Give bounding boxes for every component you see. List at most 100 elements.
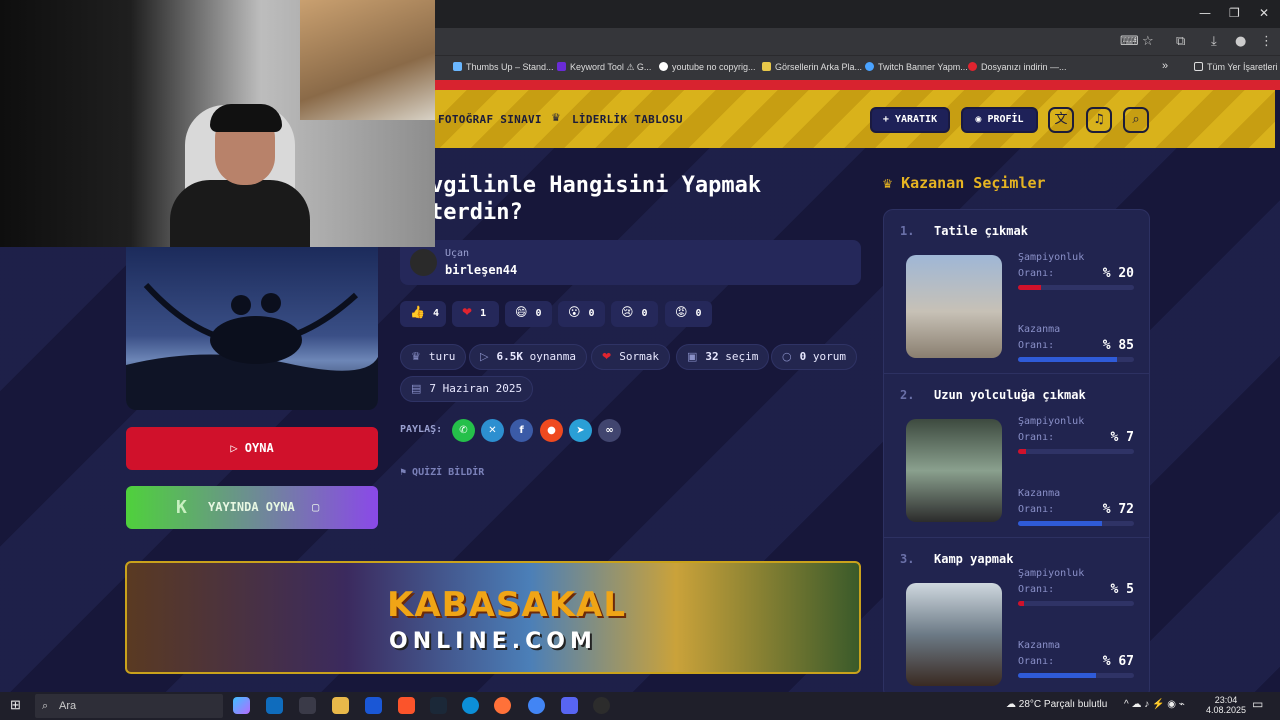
thumbs-up-icon: 👍 <box>410 305 425 319</box>
champion-rate: Şampiyonluk Oranı: % 20 <box>1018 250 1134 290</box>
champion-rate-fill <box>1018 449 1027 454</box>
bookmark-icon <box>453 62 462 71</box>
streamer-body <box>170 180 310 247</box>
nav-leaderboard[interactable]: LİDERLİK TABLOSU <box>572 113 683 126</box>
notification-icon[interactable]: ▭ <box>1252 697 1263 711</box>
discord-icon[interactable] <box>561 697 578 714</box>
reaction-laugh[interactable]: 😄 0 <box>505 301 552 327</box>
reaction-angry[interactable]: 😡 0 <box>665 301 712 327</box>
win-rate-value: % 67 <box>1102 654 1134 669</box>
translate-icon[interactable]: 文 <box>1048 107 1074 133</box>
menu-icon[interactable]: ⋮ <box>1260 34 1273 49</box>
profile-icon[interactable]: ● <box>1235 34 1246 49</box>
winner-item[interactable]: 1. Tatile çıkmak Şampiyonluk Oranı: % 20 … <box>884 210 1149 374</box>
close-icon[interactable]: ✕ <box>1259 6 1269 20</box>
winner-item[interactable]: 3. Kamp yapmak Şampiyonluk Oranı: % 5 Kaz… <box>884 538 1149 692</box>
folder-icon <box>1194 62 1203 71</box>
more-bookmarks-button[interactable]: » <box>1162 60 1168 72</box>
clock[interactable]: 23:04 4.08.2025 <box>1206 695 1246 715</box>
winner-name: Tatile çıkmak <box>934 224 1028 238</box>
windows-start-icon[interactable]: ⊞ <box>10 697 21 713</box>
champion-rate-bar <box>1018 449 1134 454</box>
copilot-icon[interactable] <box>233 697 250 714</box>
taskbar-search[interactable]: ⌕ Ara <box>35 694 223 718</box>
play-button[interactable]: ▷ OYNA <box>126 427 378 470</box>
file-explorer-icon[interactable] <box>332 697 349 714</box>
bookmark-item[interactable]: Görsellerin Arka Pla... <box>762 62 862 72</box>
weather-widget[interactable]: ☁ 28°C Parçalı bulutlu <box>1006 699 1107 710</box>
weather-icon: ☁ <box>1006 699 1019 710</box>
reaction-love[interactable]: ❤ 1 <box>452 301 499 327</box>
nav-photo-quiz[interactable]: FOTOĞRAF SINAVI <box>438 113 542 126</box>
x-icon[interactable]: ✕ <box>481 419 504 442</box>
app-icon[interactable] <box>365 697 382 714</box>
star-icon[interactable]: ☆ <box>1142 34 1154 49</box>
edge-icon[interactable] <box>462 697 479 714</box>
champion-rate-value: % 7 <box>1110 430 1134 445</box>
reaction-like[interactable]: 👍 4 <box>400 301 446 327</box>
bookmark-item[interactable]: Twitch Banner Yapm... <box>865 62 968 72</box>
restore-icon[interactable]: ❐ <box>1229 6 1240 20</box>
link-icon[interactable]: ∞ <box>598 419 621 442</box>
store-icon[interactable] <box>299 697 316 714</box>
chrome-icon[interactable] <box>528 697 545 714</box>
win-rate-value: % 72 <box>1102 502 1134 517</box>
winner-rank: 1. <box>900 224 915 238</box>
champion-rate: Şampiyonluk Oranı: % 7 <box>1018 414 1134 454</box>
report-quiz-link[interactable]: ⚑ QUİZİ BİLDİR <box>400 467 484 478</box>
webcam-overlay <box>0 0 435 247</box>
outlook-icon[interactable] <box>266 697 283 714</box>
banner-logo-text: KABASAKAL <box>387 585 627 625</box>
translate-icon[interactable]: ⌨ <box>1120 34 1139 49</box>
minimize-icon[interactable]: — <box>1199 6 1211 20</box>
champion-rate-value: % 5 <box>1110 582 1134 597</box>
winner-item[interactable]: 2. Uzun yolculuğa çıkmak Şampiyonluk Oran… <box>884 374 1149 538</box>
quiz-type-chip[interactable]: ♛ turu <box>400 344 467 370</box>
hammock-couple-image <box>126 282 378 410</box>
extensions-icon[interactable]: ⧉ <box>1176 34 1185 49</box>
tray-icons[interactable]: ^ ☁ ♪ ⚡ ◉ ⌁ <box>1124 699 1185 710</box>
author-name: birleşen44 <box>445 263 518 277</box>
bookmark-item[interactable]: Thumbs Up – Stand... <box>453 62 554 72</box>
brave-icon[interactable] <box>398 697 415 714</box>
download-icon[interactable]: ⤓ <box>1211 34 1217 49</box>
reaction-sad[interactable]: 😢 0 <box>611 301 658 327</box>
bookmark-icon <box>659 62 668 71</box>
banner-logo-domain: ONLINE.COM <box>389 629 597 654</box>
ask-chip[interactable]: ❤ Sormak <box>591 344 670 370</box>
author-card[interactable]: Uçan birleşen44 <box>400 240 861 285</box>
reddit-icon[interactable]: ● <box>540 419 563 442</box>
streamer-hair <box>210 104 282 132</box>
bell-icon[interactable]: ♫ <box>1086 107 1112 133</box>
facebook-icon[interactable]: f <box>510 419 533 442</box>
date-chip: ▤ 7 Haziran 2025 <box>400 376 534 402</box>
winner-image <box>906 583 1002 686</box>
wow-icon: 😮 <box>568 305 581 319</box>
comments-chip[interactable]: ○ 0 yorum <box>771 344 857 370</box>
user-icon: ◉ <box>975 114 988 125</box>
bookmark-item[interactable]: Keyword Tool ⚠ G... <box>557 62 651 73</box>
flag-icon: ⚑ <box>400 467 413 478</box>
tiger-poster <box>300 0 435 120</box>
all-bookmarks-button[interactable]: Tüm Yer İşaretleri <box>1194 62 1278 72</box>
ad-banner[interactable]: KABASAKAL ONLINE.COM <box>125 561 861 674</box>
stream-play-button[interactable]: K YAYINDA OYNA ▢ <box>126 486 378 529</box>
search-icon[interactable]: ⌕ <box>1123 107 1149 133</box>
reaction-wow[interactable]: 😮 0 <box>558 301 605 327</box>
whatsapp-icon[interactable]: ✆ <box>452 419 475 442</box>
create-button[interactable]: + YARATIK <box>870 107 950 133</box>
firefox-icon[interactable] <box>494 697 511 714</box>
win-rate: Kazanma Oranı: % 67 <box>1018 638 1134 678</box>
bookmark-item[interactable]: Dosyanızı indirin —... <box>968 62 1067 72</box>
obs-icon[interactable] <box>593 697 610 714</box>
win-rate-fill <box>1018 673 1096 678</box>
profile-button[interactable]: ◉ PROFİL <box>961 107 1038 133</box>
plays-chip: ▷ 6.5K oynanma <box>469 344 587 370</box>
telegram-icon[interactable]: ➤ <box>569 419 592 442</box>
winner-rank: 3. <box>900 552 915 566</box>
steam-icon[interactable] <box>430 697 447 714</box>
bookmark-item[interactable]: youtube no copyrig... <box>659 62 756 72</box>
champion-rate: Şampiyonluk Oranı: % 5 <box>1018 566 1134 606</box>
calendar-icon: ▤ <box>411 382 422 395</box>
share-label: PAYLAŞ: <box>400 424 443 435</box>
